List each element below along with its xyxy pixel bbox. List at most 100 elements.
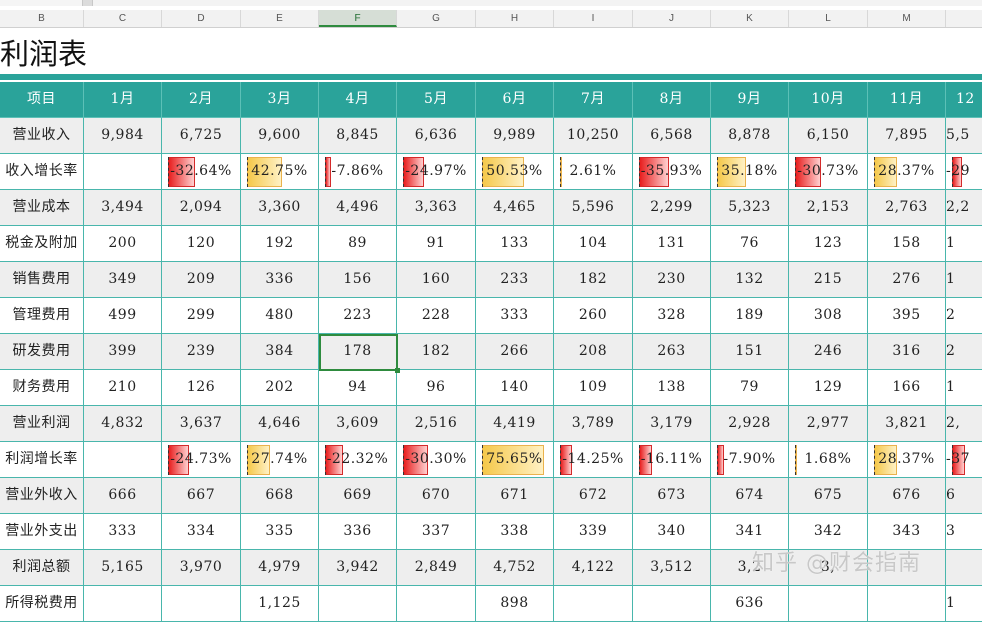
data-cell[interactable]: 337 (397, 514, 476, 550)
data-cell[interactable] (319, 586, 397, 622)
data-cell[interactable]: 333 (476, 298, 554, 334)
data-cell[interactable]: 676 (868, 478, 946, 514)
data-cell[interactable]: 1 (946, 370, 982, 406)
data-cell[interactable]: 4,465 (476, 190, 554, 226)
data-cell[interactable]: -37 (946, 442, 982, 478)
data-cell[interactable] (633, 586, 711, 622)
data-cell[interactable]: 215 (789, 262, 868, 298)
data-cell[interactable]: 6,150 (789, 118, 868, 154)
row-label-cell[interactable]: 营业外支出 (0, 514, 84, 550)
header-cell[interactable]: 3月 (241, 82, 319, 118)
data-cell[interactable]: -29 (946, 154, 982, 190)
data-cell[interactable]: 166 (868, 370, 946, 406)
row-label-cell[interactable]: 财务费用 (0, 370, 84, 406)
row-label-cell[interactable]: 营业收入 (0, 118, 84, 154)
data-cell[interactable]: 3,789 (554, 406, 633, 442)
data-cell[interactable]: 3,512 (633, 550, 711, 586)
data-cell[interactable]: 109 (554, 370, 633, 406)
data-cell[interactable]: 4,752 (476, 550, 554, 586)
data-cell[interactable]: 89 (319, 226, 397, 262)
data-cell[interactable]: 1 (946, 226, 982, 262)
data-cell[interactable]: 316 (868, 334, 946, 370)
data-cell[interactable]: 2,763 (868, 190, 946, 226)
row-label-cell[interactable]: 营业外收入 (0, 478, 84, 514)
data-cell[interactable]: 3,609 (319, 406, 397, 442)
data-cell[interactable]: -7.90% (711, 442, 789, 478)
data-cell[interactable]: 1,125 (241, 586, 319, 622)
header-cell[interactable]: 项目 (0, 82, 84, 118)
data-cell[interactable]: 668 (241, 478, 319, 514)
data-cell[interactable]: 246 (789, 334, 868, 370)
data-cell[interactable]: 123 (789, 226, 868, 262)
data-cell[interactable]: 133 (476, 226, 554, 262)
data-cell[interactable]: 158 (868, 226, 946, 262)
data-cell[interactable]: 94 (319, 370, 397, 406)
data-cell[interactable]: 210 (84, 370, 162, 406)
data-cell[interactable]: 338 (476, 514, 554, 550)
data-cell[interactable]: 4,832 (84, 406, 162, 442)
data-cell[interactable]: 6 (946, 478, 982, 514)
data-cell[interactable]: 3,363 (397, 190, 476, 226)
column-letter-k[interactable]: K (711, 10, 789, 27)
data-cell[interactable]: 129 (789, 370, 868, 406)
data-cell[interactable]: 480 (241, 298, 319, 334)
data-cell[interactable]: 126 (162, 370, 241, 406)
data-cell[interactable]: 3,179 (633, 406, 711, 442)
data-cell[interactable]: 666 (84, 478, 162, 514)
data-cell[interactable]: 8,878 (711, 118, 789, 154)
data-cell[interactable]: 263 (633, 334, 711, 370)
data-cell[interactable] (946, 550, 982, 586)
data-cell[interactable]: 898 (476, 586, 554, 622)
row-label-cell[interactable]: 收入增长率 (0, 154, 84, 190)
data-cell[interactable] (84, 442, 162, 478)
data-cell[interactable]: 4,646 (241, 406, 319, 442)
data-cell[interactable]: 3,970 (162, 550, 241, 586)
data-cell[interactable]: 339 (554, 514, 633, 550)
data-cell[interactable] (162, 586, 241, 622)
data-cell[interactable]: 636 (711, 586, 789, 622)
data-cell[interactable]: 3 (946, 514, 982, 550)
data-cell[interactable]: 120 (162, 226, 241, 262)
header-cell[interactable]: 9月 (711, 82, 789, 118)
header-cell[interactable]: 8月 (633, 82, 711, 118)
column-letter-d[interactable]: D (162, 10, 241, 27)
header-cell[interactable]: 4月 (319, 82, 397, 118)
data-cell[interactable]: 2, (946, 406, 982, 442)
column-letter-m[interactable]: M (868, 10, 946, 27)
data-cell[interactable]: 674 (711, 478, 789, 514)
data-cell[interactable]: 308 (789, 298, 868, 334)
data-cell[interactable]: 192 (241, 226, 319, 262)
data-cell[interactable]: 5,165 (84, 550, 162, 586)
data-cell[interactable]: -30.30% (397, 442, 476, 478)
column-letter-f[interactable]: F (319, 10, 397, 27)
data-cell[interactable]: 7,895 (868, 118, 946, 154)
data-cell[interactable]: 189 (711, 298, 789, 334)
data-cell[interactable]: 2,2 (946, 190, 982, 226)
data-cell[interactable]: 79 (711, 370, 789, 406)
data-cell[interactable]: 334 (162, 514, 241, 550)
header-cell[interactable]: 7月 (554, 82, 633, 118)
header-cell[interactable]: 2月 (162, 82, 241, 118)
data-cell[interactable]: 76 (711, 226, 789, 262)
header-cell[interactable]: 6月 (476, 82, 554, 118)
data-cell[interactable]: 223 (319, 298, 397, 334)
formula-bar[interactable] (92, 0, 982, 6)
data-cell[interactable]: 3,821 (868, 406, 946, 442)
data-cell[interactable]: 340 (633, 514, 711, 550)
data-cell[interactable]: -24.97% (397, 154, 476, 190)
row-label-cell[interactable]: 管理费用 (0, 298, 84, 334)
data-cell[interactable] (554, 586, 633, 622)
data-cell[interactable]: 3,637 (162, 406, 241, 442)
data-cell[interactable]: 671 (476, 478, 554, 514)
data-cell[interactable]: 5,596 (554, 190, 633, 226)
data-cell[interactable]: 230 (633, 262, 711, 298)
data-cell[interactable]: 2,094 (162, 190, 241, 226)
data-cell[interactable]: 6,725 (162, 118, 241, 154)
data-cell[interactable]: 299 (162, 298, 241, 334)
data-cell[interactable]: 96 (397, 370, 476, 406)
data-cell[interactable]: 228 (397, 298, 476, 334)
data-cell[interactable]: 2,516 (397, 406, 476, 442)
data-cell[interactable]: 3,494 (84, 190, 162, 226)
data-cell[interactable]: 4,419 (476, 406, 554, 442)
data-cell[interactable]: 3,942 (319, 550, 397, 586)
